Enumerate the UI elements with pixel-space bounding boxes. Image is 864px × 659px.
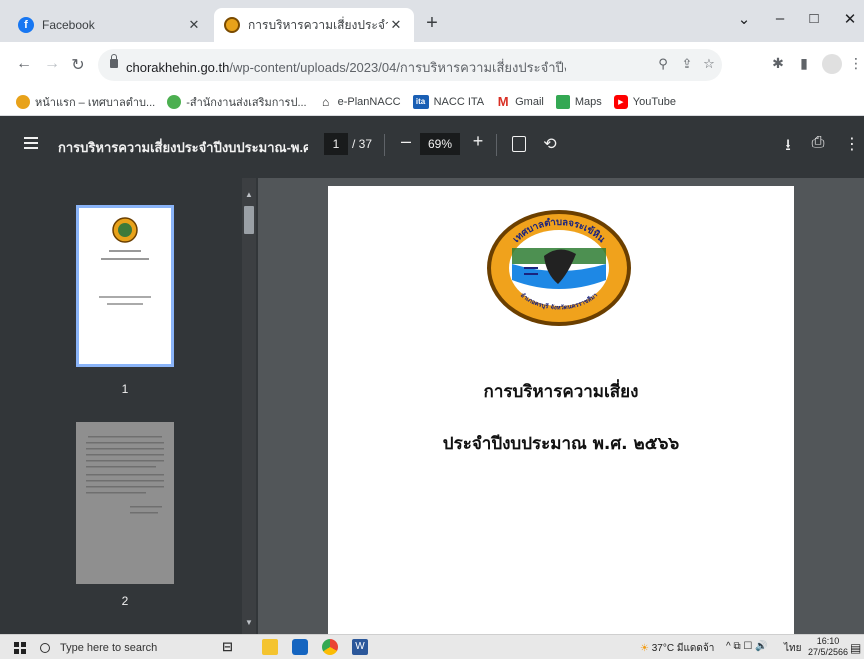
thumbnail-sidebar: 1 2 ▲ ▼ — [0, 178, 258, 634]
weather-widget[interactable]: ☀ 37°C มีแดดจ้า — [640, 641, 714, 656]
page-heading: การบริหารความเสี่ยง — [483, 382, 639, 402]
bookmark-item[interactable]: หน้าแรก – เทศบาลตำบ... — [16, 93, 155, 111]
share-icon[interactable]: ⇪ — [678, 56, 696, 72]
file-explorer-icon[interactable] — [262, 639, 278, 655]
page-thumbnail-2[interactable] — [76, 422, 174, 584]
viewer-scrollbar[interactable] — [852, 178, 864, 634]
chrome-icon[interactable] — [322, 639, 338, 655]
tab-label: การบริหารความเสี่ยงประจำปีงบประมาณ — [248, 17, 388, 32]
close-window-button[interactable]: ✕ — [836, 10, 864, 28]
thumbnail-number: 2 — [121, 594, 129, 608]
gmail-icon: M — [497, 94, 509, 109]
facebook-icon: f — [18, 17, 34, 33]
sidebar-scroll-thumb[interactable] — [244, 206, 254, 234]
bookmark-item[interactable]: ita NACC ITA — [412, 94, 484, 109]
thumbnail-preview — [99, 217, 151, 305]
notifications-icon[interactable]: ▤ — [850, 641, 861, 655]
mail-icon[interactable] — [292, 639, 308, 655]
bookmark-item[interactable]: ▶ YouTube — [613, 94, 676, 109]
bookmark-item[interactable]: ⌂ e-PlanNACC — [319, 95, 401, 109]
windows-start-icon[interactable] — [14, 642, 26, 654]
maps-icon — [555, 94, 570, 109]
fit-to-page-icon[interactable] — [512, 136, 526, 152]
municipality-seal-icon — [224, 17, 240, 33]
tab-strip: f Facebook ✕ การบริหารความเสี่ยงประจำปีง… — [0, 0, 864, 42]
globe-icon — [167, 94, 182, 109]
download-icon[interactable]: ⭳ — [778, 134, 798, 161]
forward-button[interactable]: → — [42, 55, 62, 73]
lock-icon — [110, 54, 118, 68]
taskbar-search[interactable]: Type here to search — [40, 637, 216, 658]
print-icon[interactable]: ⎙ — [808, 134, 828, 152]
page-thumbnail-1[interactable] — [76, 205, 174, 367]
page-subheading: ประจำปีงบประมาณ พ.ศ. ๒๕๖๖ — [442, 434, 680, 454]
profile-avatar[interactable] — [822, 54, 842, 74]
bookmarks-bar: หน้าแรก – เทศบาลตำบ... -สำนักงานส่งเสริม… — [0, 88, 864, 116]
hamburger-menu-icon[interactable] — [24, 137, 38, 149]
menu-icon[interactable]: ⋮ — [846, 55, 864, 72]
side-panel-icon[interactable]: ▮ — [794, 55, 814, 72]
sidebar-scrollbar[interactable] — [242, 178, 256, 634]
scroll-up-icon[interactable]: ▲ — [244, 190, 254, 199]
pdf-toolbar: การบริหารความเสี่ยงประจำปีงบประมาณ-พ.ศ.2… — [0, 116, 864, 178]
address-bar[interactable]: chorakhehin.go.th/wp-content/uploads/202… — [98, 49, 722, 81]
back-button[interactable]: ← — [14, 55, 34, 73]
task-view-icon[interactable]: ⊟ — [222, 639, 238, 655]
search-icon — [40, 642, 50, 653]
word-icon[interactable]: W — [352, 639, 368, 655]
bookmark-star-icon[interactable]: ☆ — [700, 56, 718, 72]
scroll-down-icon[interactable]: ▼ — [244, 618, 254, 627]
tab-search-icon[interactable]: ⌄ — [730, 10, 758, 28]
thumbnail-preview — [86, 436, 164, 514]
tab-label: Facebook — [42, 18, 95, 32]
ita-icon: ita — [412, 94, 429, 109]
input-language[interactable]: ไทย — [784, 641, 801, 656]
new-tab-button[interactable]: + — [420, 12, 444, 36]
tab-facebook[interactable]: f Facebook ✕ — [8, 8, 212, 42]
home-icon: ⌂ — [322, 94, 330, 109]
taskbar-clock[interactable]: 16:10 27/5/2566 — [808, 636, 848, 658]
municipality-seal-logo: เทศบาลตำบลจระเข้หิน อำเภอครบุรี จังหวัดน… — [487, 210, 631, 326]
municipality-seal-icon — [16, 94, 30, 109]
divider — [384, 134, 385, 156]
bookmark-item[interactable]: M Gmail — [496, 94, 544, 109]
maximize-button[interactable]: □ — [800, 10, 828, 27]
windows-taskbar: Type here to search ⊟ W ☀ 37°C มีแดดจ้า … — [0, 634, 864, 659]
close-tab-icon[interactable]: ✕ — [388, 17, 404, 33]
page-number-input[interactable]: 1 — [324, 133, 348, 155]
bookmark-item[interactable]: -สำนักงานส่งเสริมการป... — [167, 93, 307, 111]
rotate-icon[interactable]: ⟲ — [540, 134, 560, 154]
tab-pdf[interactable]: การบริหารความเสี่ยงประจำปีงบประมาณ ✕ — [214, 8, 414, 42]
zoom-icon[interactable]: ⚲ — [654, 56, 672, 72]
bookmark-item[interactable]: Maps — [555, 94, 602, 109]
divider — [496, 134, 497, 156]
pdf-title: การบริหารความเสี่ยงประจำปีงบประมาณ-พ.ศ.2… — [58, 140, 308, 155]
more-options-icon[interactable]: ⋮ — [842, 134, 862, 154]
page-total: / 37 — [352, 137, 373, 151]
browser-toolbar: ← → ↻ chorakhehin.go.th/wp-content/uploa… — [0, 42, 864, 88]
thumbnail-number: 1 — [121, 382, 129, 396]
tray-icons[interactable]: ^ ⧉ ☐ 🔊 — [726, 641, 768, 652]
minimize-button[interactable]: – — [766, 10, 794, 27]
weather-icon: ☀ — [640, 643, 649, 654]
extensions-icon[interactable]: ✱ — [768, 55, 788, 72]
reload-button[interactable]: ↻ — [68, 55, 88, 75]
close-tab-icon[interactable]: ✕ — [186, 17, 202, 33]
zoom-in-button[interactable]: + — [468, 131, 488, 152]
zoom-out-button[interactable]: – — [396, 131, 416, 152]
pdf-page: เทศบาลตำบลจระเข้หิน อำเภอครบุรี จังหวัดน… — [328, 186, 794, 634]
url-text: chorakhehin.go.th/wp-content/uploads/202… — [126, 60, 566, 75]
pdf-viewer: 1 2 ▲ ▼ เทศบาลตำบลจระเข้หิน อำเภอครบุรี … — [0, 178, 864, 634]
youtube-icon: ▶ — [613, 94, 628, 109]
zoom-input[interactable]: 69% — [420, 133, 460, 155]
